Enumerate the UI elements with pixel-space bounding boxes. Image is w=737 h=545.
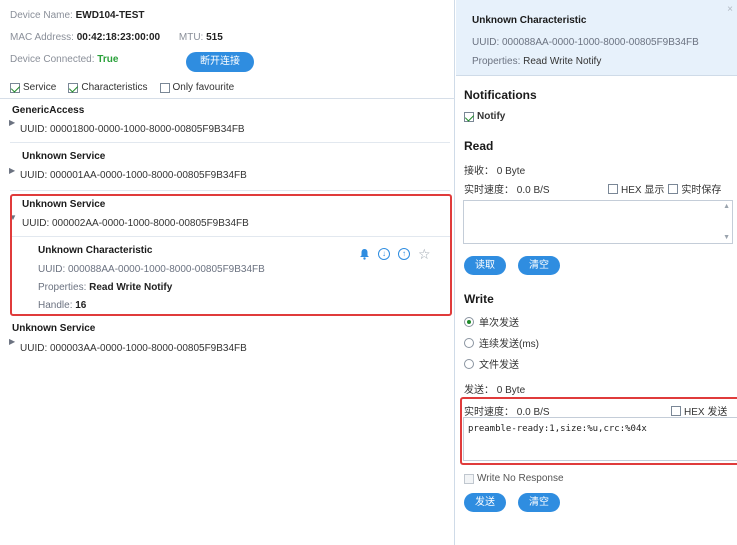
- mode-continuous-send[interactable]: 连续发送(ms): [464, 335, 539, 350]
- mtu-label: MTU:: [178, 32, 204, 43]
- close-icon[interactable]: ×: [727, 4, 733, 15]
- mac-value: 00:42:18:23:00:00: [76, 32, 161, 43]
- device-name-value: EWD104-TEST: [75, 10, 145, 21]
- notifications-title: Notifications: [464, 88, 537, 102]
- filter-characteristics-label: Characteristics: [81, 82, 148, 93]
- connected-value: True: [97, 54, 119, 65]
- service-name: Unknown Service: [12, 323, 96, 334]
- device-name-row: Device Name: EWD104-TEST: [10, 10, 145, 21]
- device-info: Device Name: EWD104-TEST MAC Address: 00…: [10, 6, 450, 76]
- service-uuid: UUID: 000003AA-0000-1000-8000-00805F9B34…: [20, 343, 247, 354]
- service-name: GenericAccess: [12, 105, 85, 116]
- divider: [10, 142, 450, 143]
- scroll-up-icon[interactable]: ▲: [723, 203, 730, 210]
- read-button[interactable]: 读取: [464, 256, 506, 275]
- device-name-label: Device Name:: [10, 10, 73, 21]
- single-send-label: 单次发送: [479, 318, 519, 329]
- scroll-down-icon[interactable]: ▼: [723, 234, 730, 241]
- file-send-radio[interactable]: [464, 358, 474, 369]
- write-no-response-label: Write No Response: [477, 473, 564, 484]
- read-options: HEX 显示 实时保存: [608, 181, 721, 196]
- mode-file-send[interactable]: 文件发送: [464, 356, 519, 371]
- read-output-area[interactable]: ▲ ▼: [463, 200, 733, 244]
- service-uuid: UUID: 000001AA-0000-1000-8000-00805F9B34…: [20, 170, 247, 181]
- expand-arrow-icon[interactable]: ▶: [9, 166, 15, 175]
- expand-arrow-icon[interactable]: ▶: [9, 118, 15, 127]
- service-uuid: UUID: 00001800-0000-1000-8000-00805F9B34…: [20, 124, 245, 135]
- hex-display-checkbox[interactable]: [608, 183, 618, 194]
- divider: [10, 190, 450, 191]
- write-title: Write: [464, 292, 494, 306]
- filter-only-favourite[interactable]: Only favourite: [159, 82, 235, 93]
- mtu-value: 515: [206, 32, 223, 43]
- filter-service[interactable]: Service: [10, 82, 56, 93]
- expand-arrow-icon[interactable]: ▶: [9, 337, 15, 346]
- connected-label: Device Connected:: [10, 54, 95, 65]
- notify-checkbox[interactable]: [464, 111, 474, 122]
- service-name: Unknown Service: [22, 151, 106, 162]
- filter-service-label: Service: [23, 82, 57, 93]
- write-no-response-toggle[interactable]: Write No Response: [464, 473, 564, 484]
- realtime-save-label: 实时保存: [681, 185, 722, 196]
- filter-characteristics[interactable]: Characteristics: [68, 82, 148, 93]
- mac-label: MAC Address:: [10, 32, 74, 43]
- detail-properties-value: Read Write Notify: [523, 56, 602, 67]
- detail-header: × Unknown Characteristic UUID: 000088AA-…: [456, 0, 737, 76]
- hex-display-label: HEX 显示: [621, 185, 665, 196]
- services-panel: Device Name: EWD104-TEST MAC Address: 00…: [0, 0, 455, 545]
- continuous-send-radio[interactable]: [464, 337, 474, 348]
- detail-title: Unknown Characteristic: [472, 15, 587, 26]
- send-button[interactable]: 发送: [464, 493, 506, 512]
- divider: [0, 98, 455, 99]
- highlight-annotation: [10, 194, 452, 316]
- disconnect-button[interactable]: 断开连接: [186, 52, 254, 72]
- only-favourite-checkbox[interactable]: [159, 82, 170, 93]
- filter-only-favourite-label: Only favourite: [172, 82, 235, 93]
- characteristics-checkbox[interactable]: [68, 82, 79, 93]
- characteristic-detail-panel: × Unknown Characteristic UUID: 000088AA-…: [456, 0, 737, 545]
- read-speed: 实时速度： 0.0 B/S: [464, 185, 550, 196]
- detail-uuid: UUID: 000088AA-0000-1000-8000-00805F9B34…: [472, 37, 699, 48]
- write-no-response-checkbox[interactable]: [464, 473, 474, 484]
- highlight-annotation: [460, 397, 737, 465]
- single-send-radio[interactable]: [464, 316, 474, 327]
- notify-label: Notify: [477, 111, 506, 122]
- service-checkbox[interactable]: [10, 82, 20, 93]
- filter-bar: Service Characteristics Only favourite: [10, 82, 242, 93]
- file-send-label: 文件发送: [479, 360, 519, 371]
- detail-properties: Properties: Read Write Notify: [472, 56, 601, 67]
- read-title: Read: [464, 139, 494, 153]
- write-clear-button[interactable]: 清空: [518, 493, 560, 512]
- read-received: 接收： 0 Byte: [464, 166, 526, 177]
- notify-toggle[interactable]: Notify: [464, 111, 505, 122]
- device-connected-row: Device Connected: True: [10, 54, 118, 65]
- realtime-save-checkbox[interactable]: [668, 183, 679, 194]
- continuous-send-label: 连续发送(ms): [479, 339, 539, 350]
- mac-address-row: MAC Address: 00:42:18:23:00:00 MTU: 515: [10, 32, 223, 43]
- read-clear-button[interactable]: 清空: [518, 256, 560, 275]
- mode-single-send[interactable]: 单次发送: [464, 314, 519, 329]
- detail-properties-label: Properties:: [472, 56, 521, 67]
- write-sent: 发送： 0 Byte: [464, 385, 526, 396]
